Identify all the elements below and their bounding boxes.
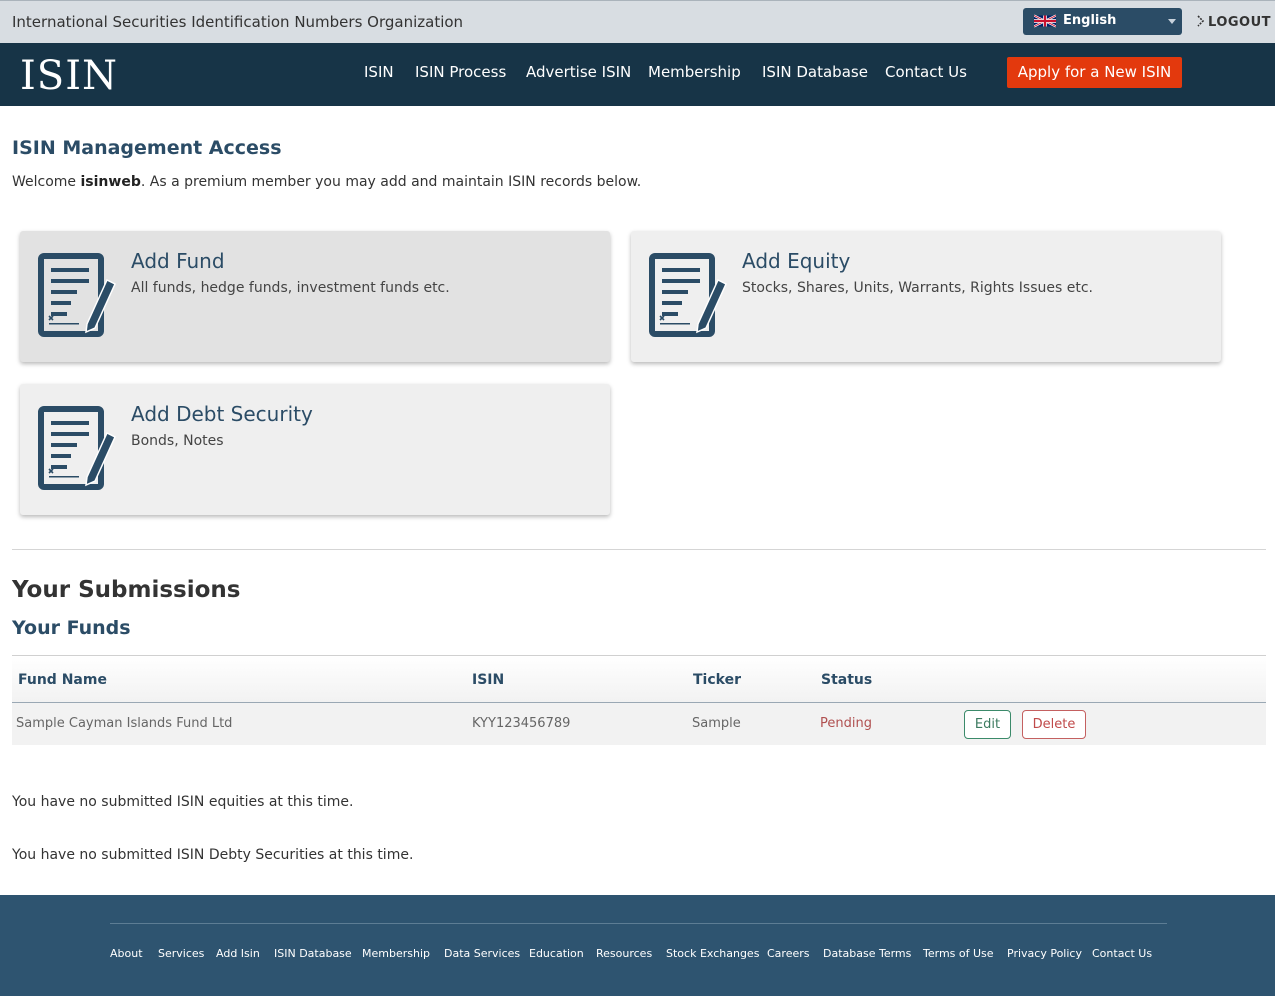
ticker-cell: Sample (692, 716, 741, 731)
footer: About Services Add Isin ISIN Database Me… (0, 895, 1275, 996)
edit-button[interactable]: Edit (964, 710, 1011, 739)
nav-item-contact-us[interactable]: Contact Us (885, 63, 967, 81)
column-header-isin[interactable]: ISIN (472, 672, 504, 688)
footer-link-resources[interactable]: Resources (596, 947, 652, 960)
welcome-prefix: Welcome (12, 174, 81, 190)
column-header-ticker[interactable]: Ticker (693, 672, 741, 688)
card-description: All funds, hedge funds, investment funds… (131, 280, 450, 296)
column-header-fund-name[interactable]: Fund Name (18, 672, 107, 688)
no-debt-message: You have no submitted ISIN Debty Securit… (12, 847, 414, 863)
column-header-status[interactable]: Status (821, 672, 872, 688)
card-title: Add Fund (131, 249, 225, 273)
apply-new-isin-button[interactable]: Apply for a New ISIN (1007, 57, 1182, 88)
document-edit-icon (649, 253, 727, 337)
footer-link-add-isin[interactable]: Add Isin (216, 947, 260, 960)
funds-table: Fund Name ISIN Ticker Status Sample Caym… (12, 655, 1266, 745)
footer-link-privacy-policy[interactable]: Privacy Policy (1007, 947, 1082, 960)
submissions-title: Your Submissions (12, 577, 241, 603)
footer-link-careers[interactable]: Careers (767, 947, 810, 960)
footer-link-membership[interactable]: Membership (362, 947, 430, 960)
table-header: Fund Name ISIN Ticker Status (12, 655, 1266, 703)
nav-item-advertise-isin[interactable]: Advertise ISIN (526, 63, 631, 81)
footer-link-services[interactable]: Services (158, 947, 204, 960)
document-edit-icon (38, 253, 116, 337)
language-selector[interactable]: English (1023, 8, 1182, 35)
nav-item-isin-process[interactable]: ISIN Process (415, 63, 506, 81)
footer-link-terms-of-use[interactable]: Terms of Use (923, 947, 994, 960)
add-debt-security-card[interactable]: Add Debt Security Bonds, Notes (20, 384, 610, 515)
document-edit-icon (38, 406, 116, 490)
fund-name-cell: Sample Cayman Islands Fund Ltd (16, 716, 233, 731)
logout-link[interactable]: LOGOUT (1197, 15, 1271, 30)
welcome-message: Welcome isinweb. As a premium member you… (12, 174, 641, 190)
language-label: English (1063, 13, 1117, 28)
welcome-suffix: . As a premium member you may add and ma… (140, 174, 642, 190)
card-title: Add Equity (742, 249, 851, 273)
top-bar: International Securities Identification … (0, 0, 1275, 43)
logout-label: LOGOUT (1208, 15, 1272, 30)
main-navigation: ISIN ISIN ISIN Process Advertise ISIN Me… (0, 43, 1275, 106)
footer-link-contact-us[interactable]: Contact Us (1092, 947, 1152, 960)
uk-flag-icon (1034, 14, 1056, 28)
organization-name: International Securities Identification … (12, 13, 464, 31)
add-equity-card[interactable]: Add Equity Stocks, Shares, Units, Warran… (631, 231, 1221, 362)
nav-item-membership[interactable]: Membership (648, 63, 741, 81)
footer-divider (110, 923, 1167, 924)
isin-logo[interactable]: ISIN (20, 53, 118, 99)
card-description: Bonds, Notes (131, 433, 224, 449)
nav-item-isin[interactable]: ISIN (364, 63, 394, 81)
funds-title: Your Funds (12, 617, 131, 639)
footer-link-stock-exchanges[interactable]: Stock Exchanges (666, 947, 759, 960)
footer-link-about[interactable]: About (110, 947, 143, 960)
table-row: Sample Cayman Islands Fund Ltd KYY123456… (12, 703, 1266, 745)
delete-button[interactable]: Delete (1022, 710, 1086, 739)
section-divider (12, 549, 1266, 550)
chevron-down-icon (1168, 19, 1176, 24)
card-title: Add Debt Security (131, 402, 313, 426)
footer-link-data-services[interactable]: Data Services (444, 947, 520, 960)
username: isinweb (80, 174, 141, 190)
card-description: Stocks, Shares, Units, Warrants, Rights … (742, 280, 1093, 296)
isin-cell: KYY123456789 (472, 716, 571, 731)
footer-link-education[interactable]: Education (529, 947, 584, 960)
page-title: ISIN Management Access (12, 137, 282, 159)
nav-item-isin-database[interactable]: ISIN Database (762, 63, 868, 81)
add-fund-card[interactable]: Add Fund All funds, hedge funds, investm… (20, 231, 610, 362)
footer-link-database-terms[interactable]: Database Terms (823, 947, 911, 960)
logout-arrow-icon (1197, 15, 1205, 27)
status-badge: Pending (820, 716, 872, 731)
no-equities-message: You have no submitted ISIN equities at t… (12, 794, 354, 810)
footer-link-isin-database[interactable]: ISIN Database (274, 947, 352, 960)
